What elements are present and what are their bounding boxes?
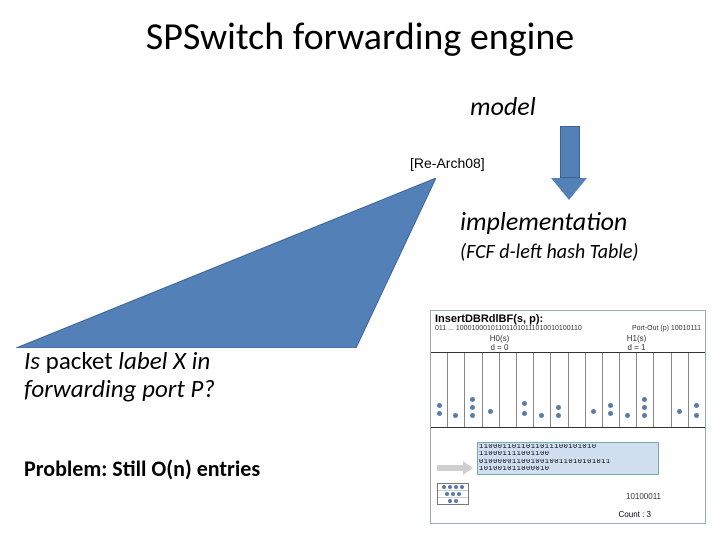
occupancy-box (437, 483, 469, 505)
figure-header: InsertDBRdlBF(s, p): (431, 311, 705, 325)
small-arrow-right-icon (437, 461, 471, 475)
bitrow-3: 101001011000010 (479, 466, 657, 473)
figure-portout-bits: 10100011 (626, 492, 661, 501)
question-text: Is packet label X in forwarding port P? (24, 347, 304, 402)
hash-label-1: H1(s) (627, 334, 647, 343)
hash-label-0: H0(s) (490, 334, 510, 343)
figure-portout-label: Port-Out (p) (632, 325, 669, 332)
implementation-label: implementation (460, 205, 627, 237)
slide-title: SPSwitch forwarding engine (0, 14, 720, 60)
implementation-sublabel: (FCF d-left hash Table) (460, 240, 639, 264)
bitrow-1: 110001111001100 (479, 451, 657, 458)
figure-portout-topbits: 10010111 (671, 325, 701, 332)
q-part2: packet (40, 345, 118, 376)
bitrow-0: 1100011011011011100101010 (479, 444, 657, 451)
figure-top-bits: 011 ... 10001000101101101011101001010011… (435, 325, 582, 332)
blue-triangle-icon (16, 178, 436, 348)
bit-rows: 1100011011011011100101010 11000111100110… (477, 442, 659, 475)
figure-columns (431, 352, 705, 428)
arrow-down-icon (560, 126, 587, 200)
bitrow-2: 0100000110010010011010101011 (479, 459, 657, 466)
figure-count: Count : 3 (619, 510, 651, 519)
q-part1: Is (24, 345, 40, 376)
d-label-0: d = 0 (490, 343, 508, 352)
model-label: model (470, 90, 536, 122)
problem-text: Problem: Still O(n) entries (24, 455, 260, 482)
d-label-1: d = 1 (627, 343, 645, 352)
hash-table-figure: InsertDBRdlBF(s, p): 011 ... 10001000101… (430, 310, 706, 524)
citation: [Re-Arch08] (410, 155, 485, 171)
